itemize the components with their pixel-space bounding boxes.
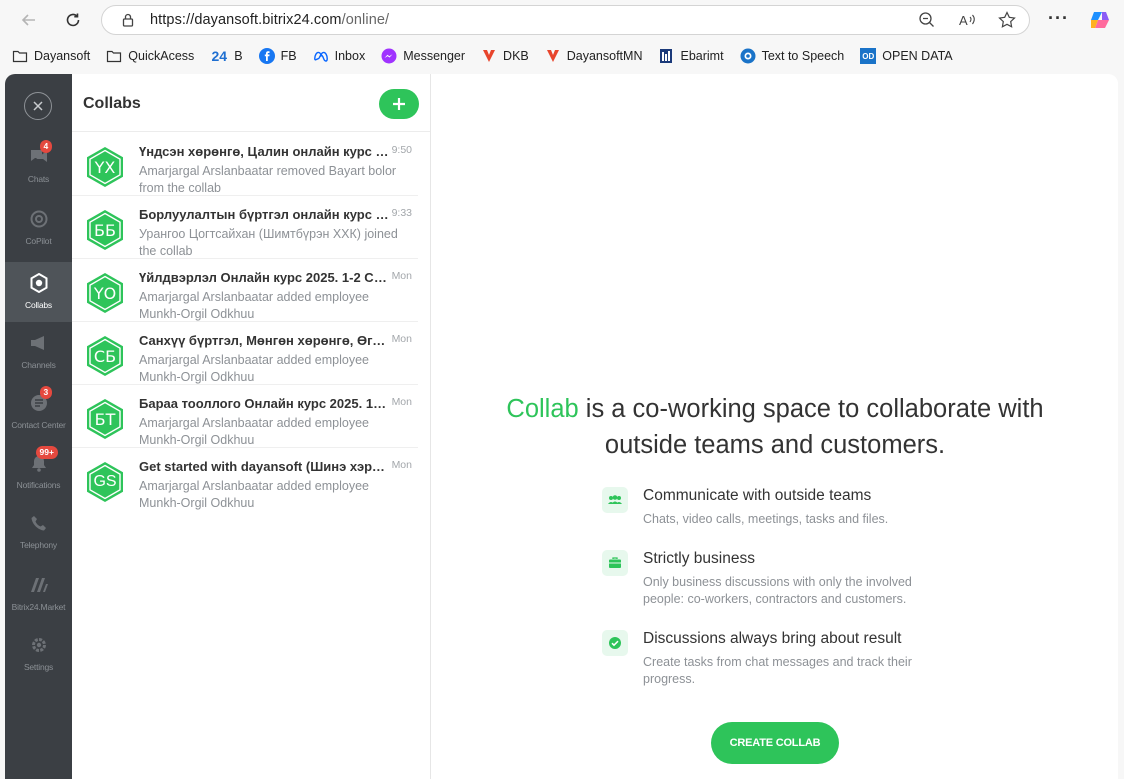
bookmark-open-data[interactable]: OD OPEN DATA <box>860 48 953 64</box>
copilot-browser-icon[interactable] <box>1088 8 1112 32</box>
check-icon <box>602 630 628 656</box>
bookmark-quickacess[interactable]: QuickAcess <box>106 48 194 64</box>
sidebar-item-settings[interactable]: Settings <box>5 624 72 684</box>
messenger-sidebar: 4 Chats CoPilot Collabs Channels 3 Conta… <box>5 74 72 779</box>
list-item[interactable]: GS Get started with dayansoft (Шинэ хэрэ… <box>72 448 418 511</box>
contact-center-badge: 3 <box>39 386 53 399</box>
contact-center-icon: 3 <box>28 386 53 414</box>
bookmark-dkb[interactable]: DKB <box>481 48 529 64</box>
avatar: СБ <box>84 335 126 377</box>
avatar: GS <box>84 461 126 503</box>
sidebar-item-channels[interactable]: Channels <box>5 322 72 382</box>
folder-icon <box>12 48 28 64</box>
folder-icon <box>106 48 122 64</box>
avatar: ББ <box>84 209 126 251</box>
sidebar-item-telephony[interactable]: Telephony <box>5 502 72 562</box>
sidebar-item-notifications[interactable]: 99+ Notifications <box>5 442 72 502</box>
copilot-icon <box>28 208 50 230</box>
ebarimt-icon <box>658 48 674 64</box>
sidebar-item-contact-center[interactable]: 3 Contact Center <box>5 382 72 442</box>
list-item[interactable]: ҮХ Үндсэн хөрөнгө, Цалин онлайн курс 202… <box>72 133 418 196</box>
list-item[interactable]: БТ Бараа тооллого Онлайн курс 2025. 1-2 … <box>72 385 418 448</box>
sidebar-item-chats[interactable]: 4 Chats <box>5 136 72 196</box>
bookmark-inbox[interactable]: Inbox <box>313 48 365 64</box>
avatar: ҮО <box>84 272 126 314</box>
refresh-icon <box>66 13 80 27</box>
sidebar-item-collabs[interactable]: Collabs <box>5 262 72 322</box>
collab-intro-panel: Collab is a co-working space to collabor… <box>432 74 1118 779</box>
list-header: Collabs <box>72 74 430 132</box>
favorite-star-icon[interactable] <box>997 10 1017 30</box>
more-menu-icon[interactable]: ··· <box>1048 8 1069 29</box>
dayansoft-icon <box>545 48 561 64</box>
phone-icon <box>28 512 50 534</box>
megaphone-icon <box>28 332 50 354</box>
bookmark-text-to-speech[interactable]: Text to Speech <box>740 48 844 64</box>
list-item[interactable]: ББ Борлуулалтын бүртгэл онлайн курс 2025… <box>72 196 418 259</box>
lock-icon <box>122 13 134 27</box>
meta-icon <box>313 48 329 64</box>
list-item[interactable]: ҮО Үйлдвэрлэл Онлайн курс 2025. 1-2 Сар … <box>72 259 418 322</box>
svg-text:A: A <box>959 13 968 28</box>
people-icon <box>602 487 628 513</box>
facebook-icon <box>258 48 275 64</box>
messenger-icon <box>381 48 397 64</box>
plus-icon <box>393 98 405 110</box>
close-messenger-button[interactable] <box>24 92 52 120</box>
gear-icon <box>28 634 50 656</box>
list-item[interactable]: СБ Санхүү бүртгэл, Мөнгөн хөрөнгө, Өглөг… <box>72 322 418 385</box>
bookmark-messenger[interactable]: Messenger <box>381 48 465 64</box>
back-button[interactable] <box>11 2 47 38</box>
intro-headline: Collab is a co-working space to collabor… <box>506 395 1044 459</box>
read-aloud-icon[interactable]: A <box>957 10 977 30</box>
opendata-icon: OD <box>860 48 877 64</box>
refresh-button[interactable] <box>55 2 91 38</box>
avatar: ҮХ <box>84 146 126 188</box>
market-icon <box>28 574 50 596</box>
arrow-left-icon <box>21 14 35 26</box>
add-collab-button[interactable] <box>379 89 419 119</box>
avatar: БТ <box>84 398 126 440</box>
sidebar-item-copilot[interactable]: CoPilot <box>5 198 72 258</box>
chat-icon: 4 <box>28 140 53 168</box>
notifications-badge: 99+ <box>35 446 58 459</box>
list-title: Collabs <box>83 95 141 112</box>
bookmark-fb[interactable]: FB <box>258 48 297 64</box>
collab-list-panel: Collabs ҮХ Үндсэн хөрөнгө, Цалин онлайн … <box>72 74 431 779</box>
url-text: https://dayansoft.bitrix24.com/online/ <box>150 12 390 28</box>
close-icon <box>33 101 43 111</box>
bitrix-app: 4 Chats CoPilot Collabs Channels 3 Conta… <box>5 74 1118 779</box>
bitrix24-icon: 24 <box>211 48 228 64</box>
address-bar[interactable]: https://dayansoft.bitrix24.com/online/ A <box>101 5 1030 35</box>
briefcase-icon <box>602 550 628 576</box>
collab-icon <box>28 272 50 294</box>
bookmark-ebarimt[interactable]: Ebarimt <box>658 48 724 64</box>
tts-icon <box>740 48 756 64</box>
bookmark-dayansoftmn[interactable]: DayansoftMN <box>545 48 642 64</box>
bookmarks-bar: Dayansoft QuickAcess 24 B FB Inbox Messe… <box>0 40 1124 72</box>
bell-icon: 99+ <box>28 446 58 474</box>
create-collab-button[interactable]: CREATE COLLAB <box>711 722 839 764</box>
sidebar-item-market[interactable]: Bitrix24.Market <box>5 564 72 624</box>
zoom-out-icon[interactable] <box>917 10 937 30</box>
browser-toolbar: https://dayansoft.bitrix24.com/online/ A… <box>0 0 1124 40</box>
bookmark-dayansoft[interactable]: Dayansoft <box>12 48 90 64</box>
bookmark-b[interactable]: 24 B <box>210 48 242 64</box>
chats-badge: 4 <box>39 140 53 153</box>
dkb-icon <box>481 48 497 64</box>
